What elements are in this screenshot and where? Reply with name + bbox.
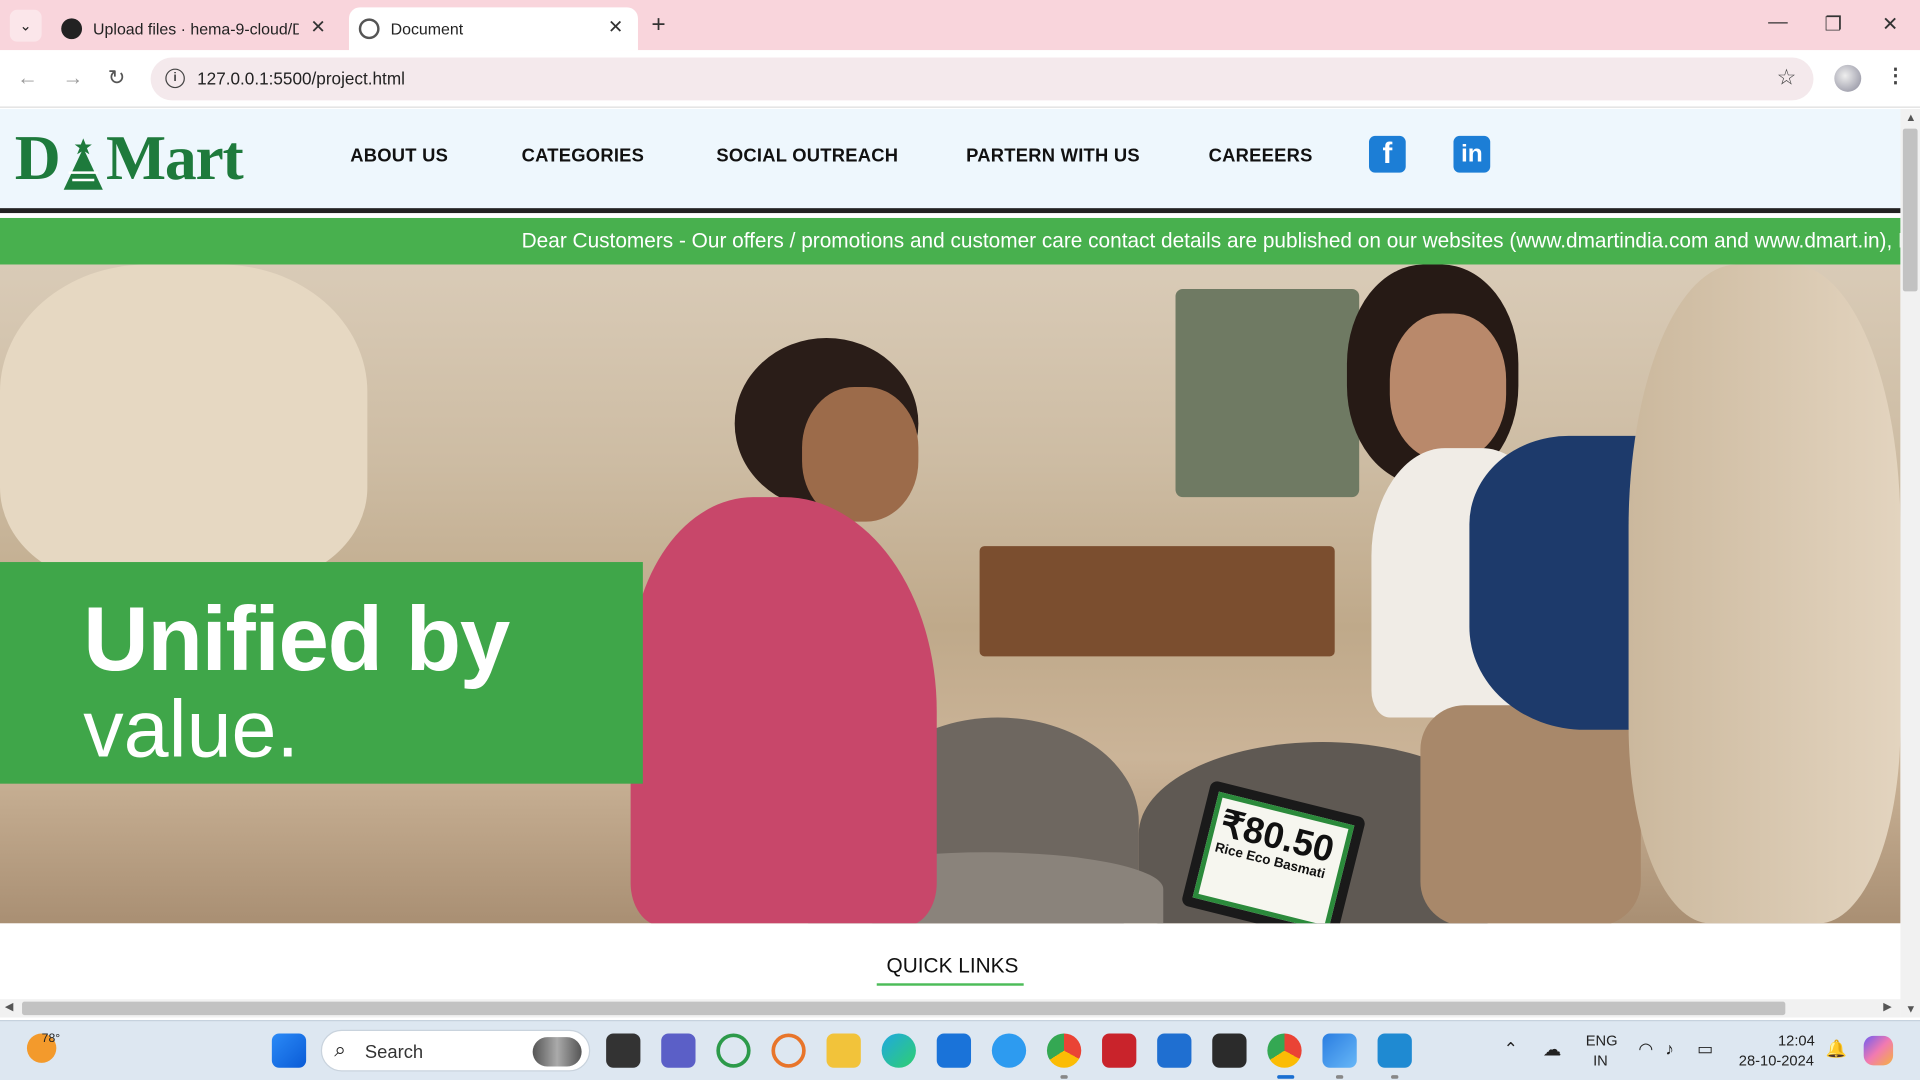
nav-careers[interactable]: CAREEERS <box>1209 146 1313 167</box>
task-view-icon[interactable] <box>606 1033 641 1068</box>
store-icon[interactable] <box>1157 1033 1192 1068</box>
start-windows-icon[interactable] <box>271 1033 307 1068</box>
chrome-icon[interactable] <box>1046 1033 1082 1068</box>
tab-strip: ⌄ Upload files · hema-9-cloud/D- ✕ Docum… <box>0 0 1920 51</box>
shopper-saree <box>630 497 937 924</box>
help-icon[interactable] <box>991 1033 1027 1068</box>
address-bar[interactable]: i 127.0.0.1:5500/project.html ☆ <box>150 57 1814 101</box>
quick-links-underline <box>876 983 1024 986</box>
new-tab-button[interactable]: + <box>651 11 665 39</box>
teams-icon[interactable] <box>661 1033 696 1068</box>
myhp-icon[interactable] <box>936 1033 972 1068</box>
show-hidden-icons-chevron-icon[interactable]: ⌃ <box>1504 1038 1518 1059</box>
terminal-icon[interactable] <box>1212 1033 1247 1068</box>
hero-banner: Unified by value. ₹80.50 Rice Eco Basmat… <box>0 264 1901 924</box>
tab-title: Upload files · hema-9-cloud/D- <box>93 19 299 38</box>
taskbar-search[interactable]: ⌕ Search <box>320 1029 591 1072</box>
weather-temp: 78° <box>41 1032 61 1046</box>
github-icon <box>61 18 83 40</box>
forward-button[interactable]: → <box>62 66 83 90</box>
store-wall <box>0 264 368 583</box>
site-info-icon[interactable]: i <box>165 68 185 89</box>
horizontal-scroll-thumb[interactable] <box>22 1001 1786 1016</box>
tab-github[interactable]: Upload files · hema-9-cloud/D- ✕ <box>51 7 340 50</box>
running-indicator <box>1391 1075 1399 1079</box>
scroll-right-icon[interactable]: ▶ <box>1883 1000 1891 1013</box>
nav-about-us[interactable]: ABOUT US <box>350 146 448 167</box>
shopper-face <box>1389 313 1507 461</box>
hero-tagline-line2: value. <box>83 683 299 774</box>
hero-tagline-line1: Unified by <box>83 587 510 690</box>
vertical-scrollbar[interactable]: ▲ ▼ <box>1900 108 1920 1018</box>
logo-star-triangle-icon <box>61 136 105 190</box>
active-indicator <box>1277 1075 1295 1079</box>
notification-bell-icon[interactable]: 🔔 <box>1826 1038 1847 1059</box>
running-indicator <box>1060 1075 1068 1079</box>
search-icon: ⌕ <box>334 1038 346 1062</box>
search-highlight-icon <box>532 1037 582 1067</box>
chrome-profile-icon[interactable] <box>1267 1033 1302 1068</box>
sync-icon[interactable] <box>771 1033 806 1068</box>
close-window-button[interactable]: ✕ <box>1882 12 1898 36</box>
profile-avatar[interactable] <box>1834 64 1862 92</box>
scroll-left-icon[interactable]: ◀ <box>5 1000 13 1013</box>
copilot-icon[interactable] <box>716 1033 751 1068</box>
wooden-bin <box>979 546 1335 657</box>
scroll-up-icon[interactable]: ▲ <box>1905 111 1916 123</box>
menu-kebab-icon[interactable]: ⋮ <box>1886 64 1906 88</box>
nav-categories[interactable]: CATEGORIES <box>522 146 645 167</box>
clock-date[interactable]: 28-10-2024 <box>1739 1052 1814 1069</box>
horizontal-scrollbar[interactable]: ◀ ▶ <box>0 999 1901 1018</box>
marquee-text: Dear Customers - Our offers / promotions… <box>521 228 1901 253</box>
quick-links-heading[interactable]: QUICK LINKS <box>887 954 1019 978</box>
scroll-down-icon[interactable]: ▼ <box>1905 1003 1916 1015</box>
store-shelf <box>1175 288 1360 498</box>
edge-icon[interactable] <box>881 1033 916 1068</box>
minimize-button[interactable]: — <box>1768 12 1788 34</box>
onedrive-cloud-icon[interactable]: ☁ <box>1543 1038 1561 1061</box>
store-aisle <box>1628 264 1901 924</box>
dmart-logo[interactable]: D Mart <box>15 121 244 194</box>
copilot-pre-icon[interactable] <box>1863 1035 1894 1066</box>
linkedin-icon[interactable]: in <box>1453 135 1491 173</box>
volume-icon[interactable]: ♪ <box>1665 1038 1674 1058</box>
shopper-pants <box>1420 705 1641 924</box>
back-button[interactable]: ← <box>17 66 38 90</box>
shopper-face <box>802 386 919 522</box>
close-tab-icon[interactable]: ✕ <box>310 18 325 36</box>
reload-button[interactable]: ↻ <box>108 66 125 90</box>
vertical-scroll-thumb[interactable] <box>1902 128 1918 292</box>
announcement-marquee: Dear Customers - Our offers / promotions… <box>0 217 1901 265</box>
url-text[interactable]: 127.0.0.1:5500/project.html <box>197 69 405 89</box>
search-placeholder: Search <box>364 1042 424 1063</box>
photos-icon[interactable] <box>1322 1033 1357 1068</box>
language-bottom[interactable]: IN <box>1593 1052 1608 1069</box>
mcafee-icon[interactable] <box>1102 1033 1137 1068</box>
restore-button[interactable]: ❐ <box>1825 12 1843 36</box>
nav-social-outreach[interactable]: SOCIAL OUTREACH <box>716 146 898 167</box>
vscode-icon[interactable] <box>1377 1033 1412 1068</box>
clock-time[interactable]: 12:04 <box>1778 1032 1815 1049</box>
language-top[interactable]: ENG <box>1586 1032 1618 1049</box>
bookmark-star-icon[interactable]: ☆ <box>1777 65 1797 91</box>
battery-icon[interactable]: ▭ <box>1697 1038 1713 1059</box>
site-header: D Mart ABOUT US CATEGORIES SOCIAL OUTREA… <box>0 108 1901 214</box>
browser-toolbar: ← → ↻ i 127.0.0.1:5500/project.html ☆ ⋮ <box>0 50 1920 108</box>
wifi-icon[interactable]: ◠ <box>1638 1038 1653 1059</box>
globe-icon <box>358 18 380 40</box>
tab-document[interactable]: Document ✕ <box>348 7 638 51</box>
tab-title: Document <box>390 19 464 38</box>
file-explorer-icon[interactable] <box>826 1033 861 1068</box>
tab-search-dropdown[interactable]: ⌄ <box>9 9 42 42</box>
close-tab-icon[interactable]: ✕ <box>608 18 623 36</box>
browser-window: ⌄ Upload files · hema-9-cloud/D- ✕ Docum… <box>0 0 1920 1080</box>
hero-tagline-box: Unified by value. <box>0 562 643 784</box>
nav-partner-with-us[interactable]: PARTERN WITH US <box>966 146 1140 167</box>
page-viewport: D Mart ABOUT US CATEGORIES SOCIAL OUTREA… <box>0 108 1920 1018</box>
running-indicator <box>1335 1075 1344 1079</box>
windows-taskbar: 78° ⌕ Search ⌃ ☁ ENG IN ◠ ♪ ▭ 12:04 28-1… <box>0 1020 1920 1080</box>
facebook-icon[interactable]: f <box>1368 135 1406 173</box>
